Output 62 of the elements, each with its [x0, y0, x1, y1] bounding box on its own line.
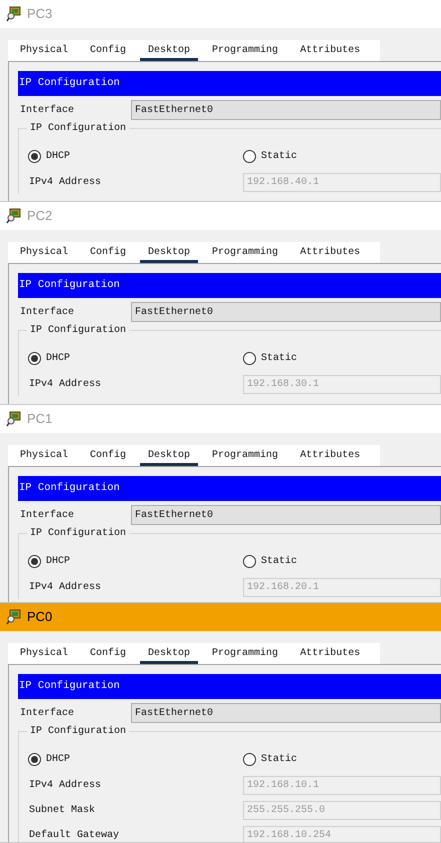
radio-button[interactable]	[243, 352, 256, 364]
window-title: PC0	[27, 608, 52, 626]
tab[interactable]: Attributes	[292, 643, 368, 664]
radio-button[interactable]	[243, 554, 256, 568]
interface-label: Interface	[19, 306, 76, 320]
radio-button[interactable]	[28, 352, 41, 364]
computer-icon	[6, 208, 22, 224]
radio-button[interactable]	[243, 150, 256, 162]
field-label: Default Gateway	[28, 828, 120, 842]
window-title: PC1	[27, 410, 52, 428]
radio-option[interactable]: Static	[243, 752, 298, 766]
field-label: IPv4 Address	[28, 580, 102, 594]
radio-option[interactable]: Static	[243, 148, 298, 164]
tab[interactable]: Config	[82, 643, 134, 664]
field-label: IPv4 Address	[28, 176, 102, 190]
field-label: IPv4 Address	[28, 778, 102, 792]
section-header: IP Configuration	[18, 674, 441, 699]
tab[interactable]: Physical	[12, 643, 76, 664]
tab[interactable]: Config	[82, 242, 134, 263]
radio-option[interactable]: DHCP	[28, 148, 243, 164]
computer-icon	[6, 609, 22, 625]
tab[interactable]: Attributes	[292, 40, 368, 61]
radio-option[interactable]: DHCP	[28, 554, 243, 568]
interface-dropdown[interactable]: FastEthernet0	[131, 703, 441, 723]
radio-option[interactable]: DHCP	[28, 752, 243, 766]
section-header: IP Configuration	[18, 273, 441, 298]
interface-label: Interface	[19, 508, 76, 522]
tab[interactable]: Physical	[12, 40, 76, 61]
radio-option[interactable]: DHCP	[28, 350, 243, 366]
tab[interactable]: Programming	[204, 40, 286, 61]
window-title: PC2	[27, 207, 52, 226]
tab[interactable]: Desktop	[140, 445, 198, 466]
field-label: Subnet Mask	[28, 804, 96, 818]
interface-label: Interface	[19, 706, 76, 720]
tab[interactable]: Programming	[204, 242, 286, 263]
radio-button[interactable]	[28, 752, 41, 766]
tab[interactable]: Physical	[12, 242, 76, 263]
computer-icon	[6, 6, 22, 22]
tab[interactable]: Attributes	[292, 445, 368, 466]
radio-option[interactable]: Static	[243, 554, 298, 568]
radio-button[interactable]	[28, 554, 41, 568]
tab[interactable]: Physical	[12, 445, 76, 466]
section-header: IP Configuration	[18, 71, 441, 96]
section-header: IP Configuration	[18, 476, 441, 501]
interface-dropdown[interactable]: FastEthernet0	[131, 100, 441, 120]
tab[interactable]: Desktop	[140, 643, 198, 664]
tab[interactable]: Programming	[204, 445, 286, 466]
tab[interactable]: Config	[82, 445, 134, 466]
tab[interactable]: Programming	[204, 643, 286, 664]
interface-label: Interface	[19, 104, 76, 118]
tab[interactable]: Desktop	[140, 242, 198, 263]
radio-button[interactable]	[28, 150, 41, 162]
window-title: PC3	[27, 5, 52, 24]
radio-button[interactable]	[243, 752, 256, 766]
tab[interactable]: Desktop	[140, 40, 198, 61]
radio-option[interactable]: Static	[243, 350, 298, 366]
field-label: IPv4 Address	[28, 378, 102, 392]
interface-dropdown[interactable]: FastEthernet0	[131, 302, 441, 322]
tab[interactable]: Config	[82, 40, 134, 61]
interface-dropdown[interactable]: FastEthernet0	[131, 505, 441, 525]
computer-icon	[6, 411, 22, 427]
tab[interactable]: Attributes	[292, 242, 368, 263]
